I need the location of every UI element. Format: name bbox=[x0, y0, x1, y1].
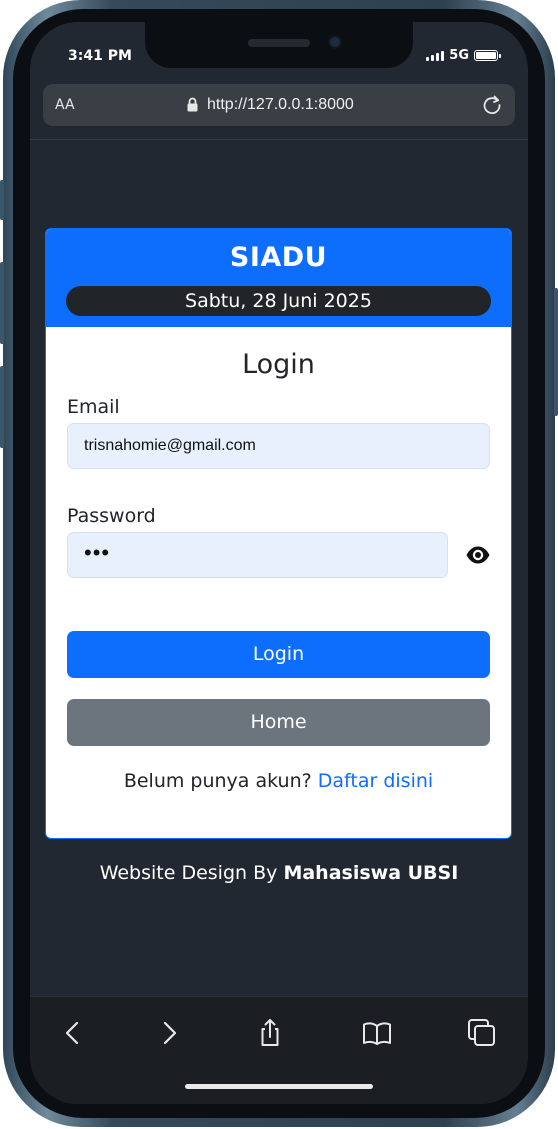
register-prompt: Belum punya akun? Daftar disini bbox=[46, 770, 511, 792]
home-button[interactable]: Home bbox=[67, 699, 490, 746]
brand-title: SIADU bbox=[229, 242, 328, 273]
password-label: Password bbox=[67, 505, 156, 527]
password-input[interactable]: ••• bbox=[67, 532, 448, 578]
status-indicators: 5G bbox=[426, 48, 501, 63]
login-title: Login bbox=[242, 349, 315, 380]
status-time: 3:41 PM bbox=[68, 48, 132, 64]
volume-up-button bbox=[0, 262, 4, 344]
email-input[interactable]: trisnahomie@gmail.com bbox=[67, 423, 490, 469]
footer-prefix: Website Design By bbox=[99, 862, 278, 884]
home-indicator[interactable] bbox=[185, 1084, 373, 1089]
action-button bbox=[0, 180, 4, 220]
email-label: Email bbox=[67, 396, 120, 418]
speaker-grille bbox=[248, 39, 310, 47]
url-text[interactable]: http://127.0.0.1:8000 bbox=[207, 96, 354, 114]
share-icon[interactable] bbox=[254, 1017, 286, 1049]
reload-icon[interactable] bbox=[481, 94, 503, 116]
login-card: SIADU Sabtu, 28 Juni 2025 Login Email tr… bbox=[45, 228, 512, 839]
notch bbox=[145, 22, 413, 68]
text-size-button[interactable]: AA bbox=[55, 97, 75, 113]
address-bar-divider bbox=[30, 139, 528, 140]
card-header: SIADU Sabtu, 28 Juni 2025 bbox=[46, 229, 511, 327]
network-type: 5G bbox=[449, 48, 469, 63]
signal-icon bbox=[426, 50, 445, 61]
register-link[interactable]: Daftar disini bbox=[318, 770, 433, 792]
footer-author: Mahasiswa UBSI bbox=[283, 862, 459, 884]
login-button[interactable]: Login bbox=[67, 631, 490, 678]
show-password-icon[interactable] bbox=[465, 542, 491, 568]
tabs-icon[interactable] bbox=[466, 1017, 498, 1049]
address-bar[interactable]: AA http://127.0.0.1:8000 bbox=[43, 84, 515, 126]
phone-screen: 3:41 PM 5G AA http://127.0.0.1:8000 SIAD… bbox=[30, 22, 528, 1104]
front-camera bbox=[328, 35, 342, 49]
bookmarks-icon[interactable] bbox=[361, 1017, 393, 1049]
lock-icon bbox=[187, 97, 198, 112]
date-display: Sabtu, 28 Juni 2025 bbox=[66, 286, 491, 316]
power-button bbox=[554, 288, 558, 416]
volume-down-button bbox=[0, 366, 4, 448]
battery-icon bbox=[474, 50, 501, 61]
footer-credit: Website Design By Mahasiswa UBSI bbox=[30, 862, 528, 884]
back-icon[interactable] bbox=[57, 1017, 89, 1049]
register-prompt-text: Belum punya akun? bbox=[123, 770, 312, 792]
forward-icon[interactable] bbox=[153, 1017, 185, 1049]
battery-cap bbox=[499, 54, 501, 58]
battery-level bbox=[476, 52, 496, 59]
